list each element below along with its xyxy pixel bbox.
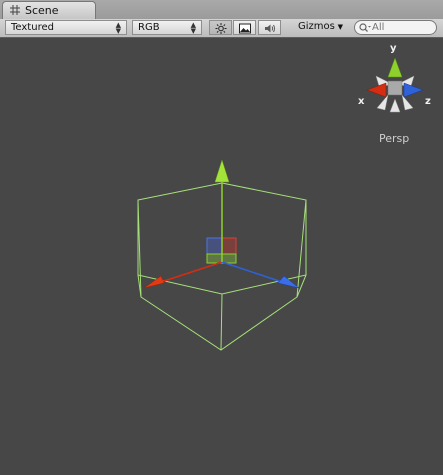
x-axis-arrow-icon[interactable]	[143, 275, 165, 289]
speaker-icon	[265, 24, 275, 33]
scene-viewport[interactable]: y x z	[0, 38, 443, 471]
gizmos-label: Gizmos	[298, 21, 335, 32]
orientation-gizmo[interactable]	[366, 57, 424, 113]
tab-label: Scene	[25, 4, 59, 17]
y-axis-arrow-icon[interactable]	[214, 159, 230, 183]
dropdown-arrows-icon: ▲ ▼	[115, 21, 121, 35]
dropdown-arrows-icon: ▲ ▼	[190, 21, 196, 35]
image-icon	[239, 23, 251, 34]
search-field[interactable]	[354, 20, 437, 35]
scene-toolbar: Textured ▲ ▼ RGB ▲ ▼ Gizmos ▼	[0, 19, 443, 38]
scene-audio-button[interactable]	[258, 20, 281, 35]
render-mode-value: Textured	[11, 22, 54, 33]
color-mode-value: RGB	[138, 22, 160, 33]
scene-canvas: y x z	[137, 43, 431, 351]
render-mode-dropdown[interactable]: Textured ▲ ▼	[5, 20, 127, 35]
grid-icon	[10, 5, 20, 15]
gizmo-x-label: x	[358, 96, 365, 107]
dropdown-arrow-icon: ▼	[337, 23, 343, 31]
tab-scene[interactable]: Scene	[2, 1, 96, 19]
search-input[interactable]	[372, 21, 432, 34]
sun-icon	[215, 23, 227, 34]
gizmo-z-label: z	[425, 96, 431, 107]
color-mode-dropdown[interactable]: RGB ▲ ▼	[132, 20, 202, 35]
scene-fx-button[interactable]	[233, 20, 256, 35]
scene-lighting-button[interactable]	[209, 20, 232, 35]
move-gizmo[interactable]	[143, 159, 300, 289]
gizmo-y-label: y	[390, 43, 397, 54]
projection-label[interactable]: Persp	[379, 132, 409, 145]
gizmos-dropdown[interactable]: Gizmos ▼	[292, 20, 346, 35]
search-icon	[359, 23, 371, 32]
tab-strip: Scene	[0, 0, 443, 20]
